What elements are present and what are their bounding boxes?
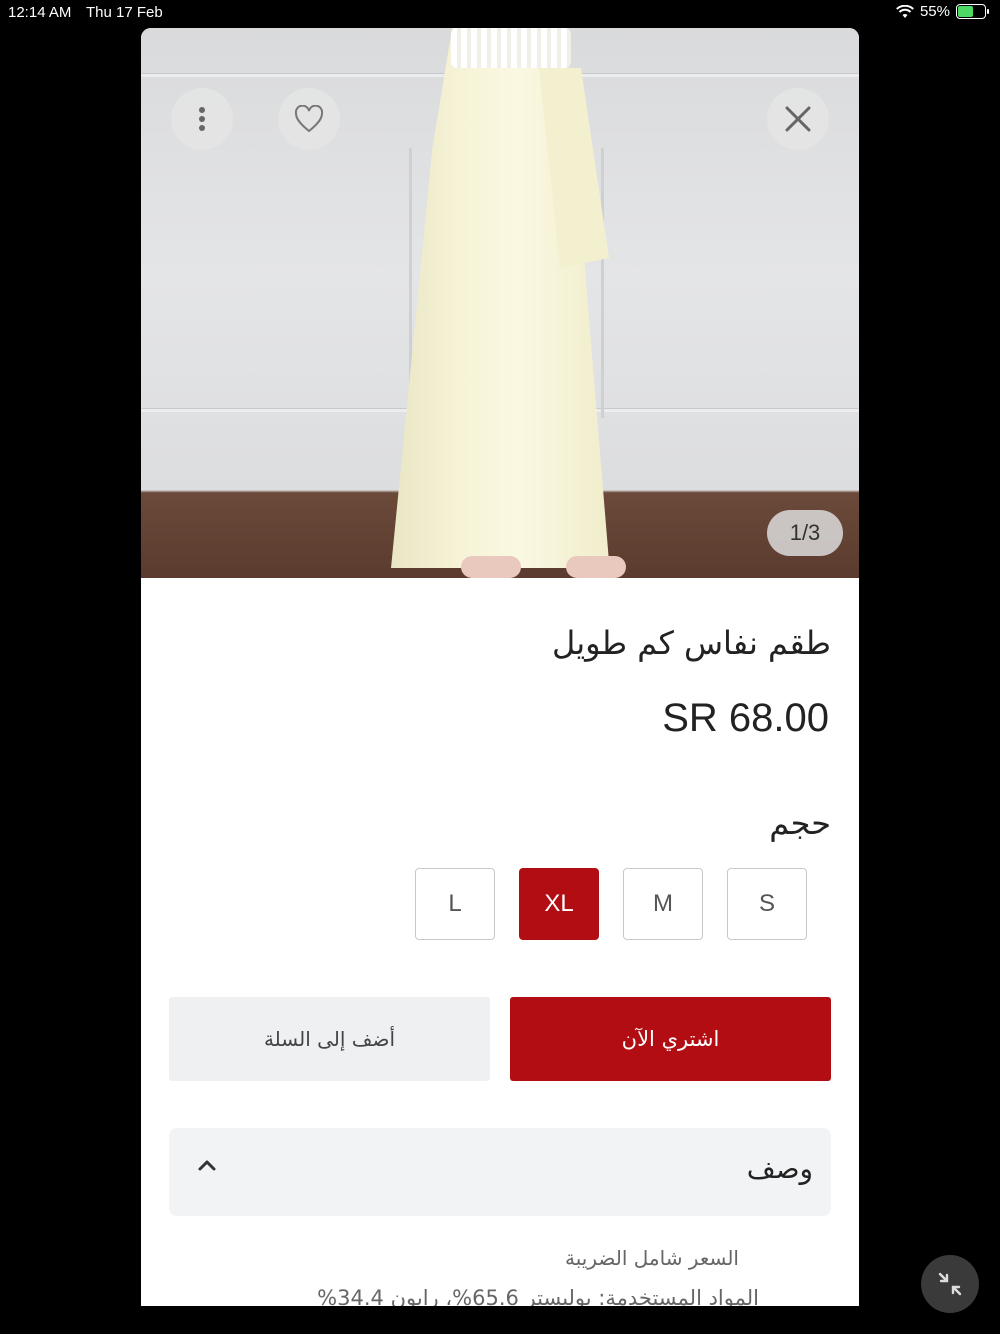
size-option-m[interactable]: M xyxy=(623,868,703,940)
close-icon xyxy=(785,106,811,132)
buy-now-button[interactable]: اشتري الآن xyxy=(510,997,831,1081)
description-materials: المواد المستخدمة: بوليستر 65.6%، رايون 3… xyxy=(317,1286,759,1306)
size-label: حجم xyxy=(769,804,831,842)
close-button[interactable] xyxy=(767,88,829,150)
product-price: SR 68.00 xyxy=(662,696,829,740)
status-time: 12:14 AM xyxy=(8,4,72,21)
image-counter: 1/3 xyxy=(767,510,843,556)
product-image[interactable]: 1/3 xyxy=(141,28,859,578)
description-title: وصف xyxy=(746,1152,813,1185)
minimize-button[interactable] xyxy=(921,1255,979,1313)
product-title: طقم نفاس كم طويل xyxy=(551,624,831,662)
description-tax-note: السعر شامل الضريبة xyxy=(565,1246,739,1270)
more-vertical-icon xyxy=(199,107,205,131)
wishlist-button[interactable] xyxy=(278,88,340,150)
status-bar: 12:14 AM Thu 17 Feb 55% xyxy=(0,0,1000,26)
status-date: Thu 17 Feb xyxy=(86,4,163,21)
product-sheet: 1/3 طقم نفاس كم طويل SR 68.00 حجم S M XL… xyxy=(141,28,859,1306)
battery-icon xyxy=(956,4,989,19)
chevron-up-icon xyxy=(198,1160,216,1171)
action-buttons: أضف إلى السلة اشتري الآن xyxy=(169,997,831,1081)
heart-icon xyxy=(294,105,324,133)
battery-percent: 55% xyxy=(919,3,950,20)
add-to-cart-button[interactable]: أضف إلى السلة xyxy=(169,997,490,1081)
wifi-icon xyxy=(896,4,914,18)
more-options-button[interactable] xyxy=(171,88,233,150)
size-option-l[interactable]: L xyxy=(415,868,495,940)
collapse-arrows-icon xyxy=(938,1272,962,1296)
description-accordion[interactable]: وصف xyxy=(169,1128,831,1216)
dress-figure xyxy=(391,28,621,568)
size-selector: S M XL L xyxy=(415,868,807,940)
size-option-xl[interactable]: XL xyxy=(519,868,599,940)
size-option-s[interactable]: S xyxy=(727,868,807,940)
